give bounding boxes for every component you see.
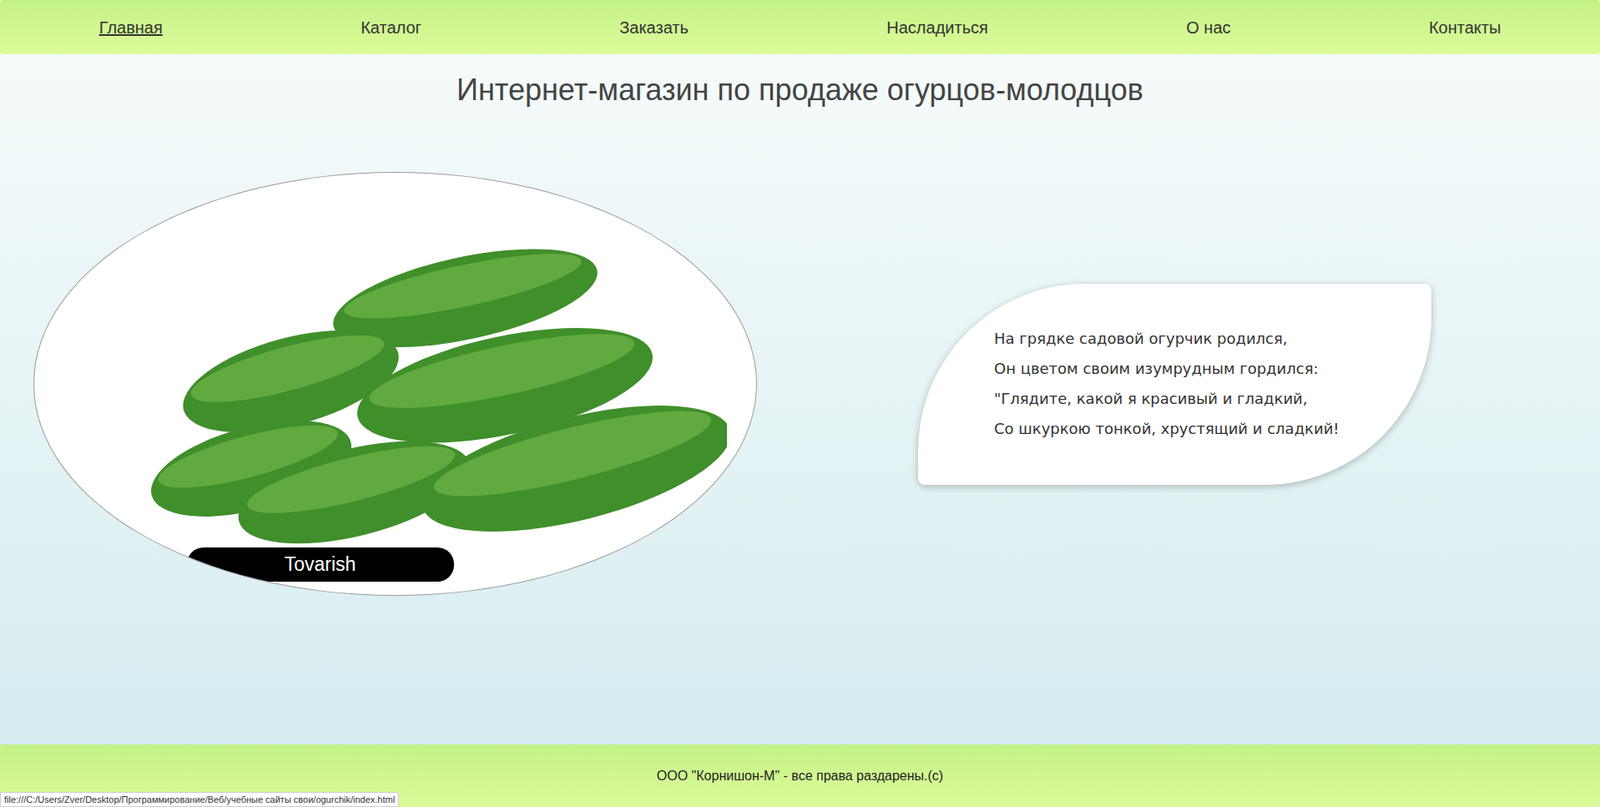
poem-line: Со шкуркою тонкой, хрустящий и сладкий! — [994, 413, 1415, 445]
nav-item[interactable]: Заказать — [612, 15, 696, 41]
content-row: Tovarish На грядке садовой огурчик родилс… — [0, 108, 1600, 596]
cucumbers-photo — [92, 206, 727, 557]
page: Главная Каталог Заказать Насладиться О нас Ко… — [0, 0, 1600, 807]
poem-line: Он цветом своим изумрудным гордился: — [994, 353, 1415, 384]
product-card[interactable]: Tovarish — [33, 171, 758, 596]
nav-item[interactable]: О нас — [1179, 15, 1237, 41]
poem-line: На грядке садовой огурчик родился, — [994, 323, 1415, 354]
status-bar: file:///C:/Users/Zver/Desktop/Программир… — [0, 792, 399, 807]
nav-item[interactable]: Каталог — [353, 15, 429, 41]
nav-item[interactable]: Контакты — [1422, 15, 1508, 41]
footer-text: ООО "Корнишон-М" - все права раздарены.(… — [656, 766, 944, 787]
product-caption: Tovarish — [186, 547, 455, 582]
poem-line: "Глядите, какой я красивый и гладкий, — [994, 383, 1415, 414]
top-nav: Главная Каталог Заказать Насладиться О нас Ко… — [0, 0, 1600, 55]
poem-card: На грядке садовой огурчик родился,Он цве… — [918, 283, 1432, 485]
nav-item[interactable]: Главная — [92, 15, 170, 41]
main-content: Интернет-магазин по продаже огурцов-моло… — [0, 54, 1600, 745]
nav-item[interactable]: Насладиться — [879, 15, 995, 41]
page-heading: Интернет-магазин по продаже огурцов-моло… — [0, 54, 1600, 109]
